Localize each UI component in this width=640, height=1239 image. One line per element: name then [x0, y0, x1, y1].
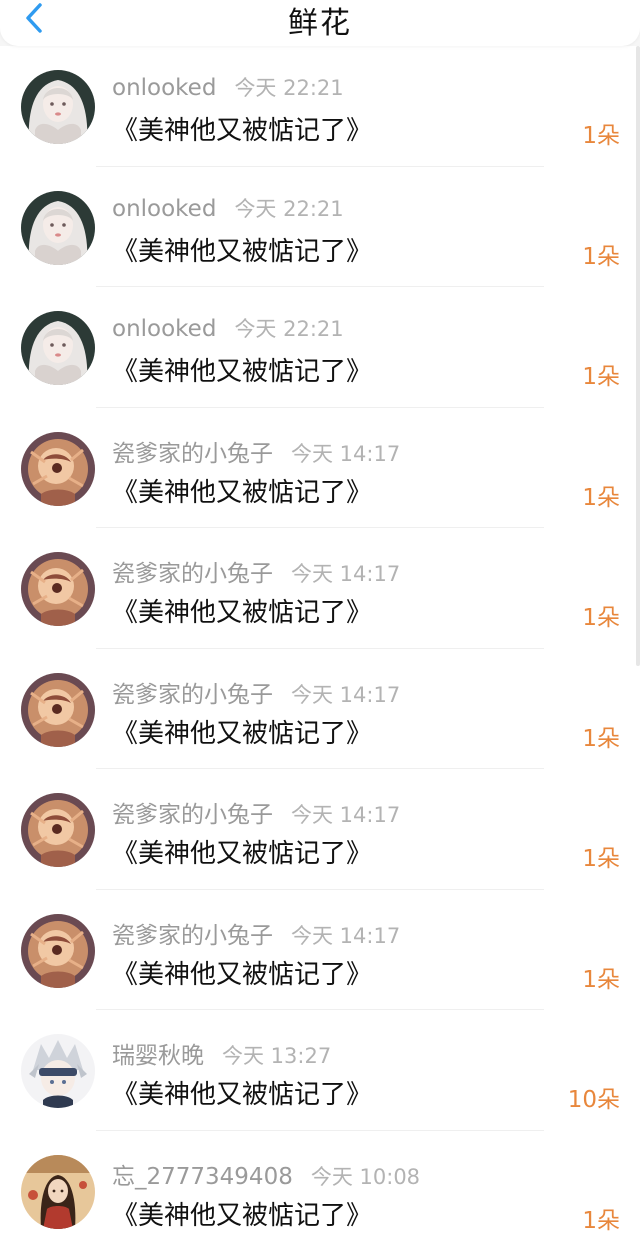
record-meta: onlooked 今天 22:21 — [112, 193, 344, 223]
avatar[interactable] — [21, 431, 95, 506]
book-title[interactable]: 《美神他又被惦记了》 — [112, 110, 372, 147]
record-meta: onlooked 今天 22:21 — [112, 72, 344, 102]
avatar[interactable] — [21, 793, 95, 867]
list-item[interactable]: 瓷爹家的小兔子 今天 14:17 《美神他又被惦记了》 1朵 — [0, 769, 640, 890]
username[interactable]: 瓷爹家的小兔子 — [112, 434, 273, 468]
scrollbar[interactable] — [636, 46, 640, 666]
list-item[interactable]: 瑞婴秋晚 今天 13:27 《美神他又被惦记了》 10朵 — [0, 1010, 640, 1131]
book-title[interactable]: 《美神他又被惦记了》 — [112, 1195, 372, 1232]
username[interactable]: onlooked — [112, 316, 216, 342]
username[interactable]: onlooked — [112, 75, 216, 101]
record-meta: 瓷爹家的小兔子 今天 14:17 — [112, 434, 400, 467]
timestamp: 今天 14:17 — [291, 803, 401, 827]
timestamp: 今天 10:08 — [310, 1164, 421, 1189]
list-item[interactable]: onlooked 今天 22:21 《美神他又被惦记了》 1朵 — [0, 46, 640, 167]
avatar[interactable] — [21, 913, 95, 988]
page-title: 鲜花 — [288, 6, 352, 41]
flower-records-page: 鲜花 onlooked 今天 22:21 《美神他又被惦记了》 1朵 onloo… — [0, 0, 640, 1239]
book-title[interactable]: 《美神他又被惦记了》 — [112, 231, 372, 268]
top-nav-bar: 鲜花 — [0, 0, 640, 46]
list-item[interactable]: onlooked 今天 22:21 《美神他又被惦记了》 1朵 — [0, 287, 640, 408]
timestamp: 今天 13:27 — [222, 1044, 332, 1068]
avatar[interactable] — [21, 70, 95, 144]
record-meta: 瓷爹家的小兔子 今天 14:17 — [112, 554, 400, 587]
timestamp: 今天 14:17 — [291, 923, 401, 948]
timestamp: 今天 14:17 — [291, 682, 401, 707]
avatar[interactable] — [21, 1154, 95, 1229]
avatar[interactable] — [21, 1034, 95, 1108]
book-title[interactable]: 《美神他又被惦记了》 — [112, 833, 372, 870]
book-title[interactable]: 《美神他又被惦记了》 — [112, 1074, 372, 1111]
list-item[interactable]: 瓷爹家的小兔子 今天 14:17 《美神他又被惦记了》 1朵 — [0, 528, 640, 649]
flower-record-list: onlooked 今天 22:21 《美神他又被惦记了》 1朵 onlooked… — [0, 46, 640, 1239]
username[interactable]: 瓷爹家的小兔子 — [112, 795, 273, 829]
timestamp: 今天 14:17 — [291, 562, 401, 586]
username[interactable]: 瓷爹家的小兔子 — [112, 675, 273, 709]
username[interactable]: 瓷爹家的小兔子 — [112, 916, 273, 950]
record-meta: onlooked 今天 22:21 — [112, 313, 344, 343]
record-meta: 瓷爹家的小兔子 今天 14:17 — [112, 795, 400, 828]
flower-count: 1朵 — [582, 123, 620, 149]
avatar[interactable] — [21, 552, 95, 626]
book-title[interactable]: 《美神他又被惦记了》 — [112, 713, 372, 750]
flower-count: 1朵 — [582, 725, 620, 752]
list-item[interactable]: onlooked 今天 22:21 《美神他又被惦记了》 1朵 — [0, 166, 640, 287]
timestamp: 今天 22:21 — [234, 317, 344, 341]
list-item[interactable]: 忘_2777349408 今天 10:08 《美神他又被惦记了》 1朵 — [0, 1130, 640, 1239]
avatar[interactable] — [21, 672, 95, 747]
flower-count: 1朵 — [582, 243, 620, 270]
username[interactable]: onlooked — [112, 196, 216, 222]
book-title[interactable]: 《美神他又被惦记了》 — [112, 954, 372, 991]
username[interactable]: 瓷爹家的小兔子 — [112, 554, 273, 588]
book-title[interactable]: 《美神他又被惦记了》 — [112, 472, 372, 509]
flower-count: 1朵 — [582, 846, 620, 872]
book-title[interactable]: 《美神他又被惦记了》 — [112, 351, 372, 388]
list-item[interactable]: 瓷爹家的小兔子 今天 14:17 《美神他又被惦记了》 1朵 — [0, 889, 640, 1010]
avatar[interactable] — [21, 190, 95, 265]
flower-count: 1朵 — [582, 484, 620, 511]
flower-count: 1朵 — [582, 1207, 620, 1234]
list-item[interactable]: 瓷爹家的小兔子 今天 14:17 《美神他又被惦记了》 1朵 — [0, 648, 640, 769]
flower-count: 1朵 — [582, 364, 620, 390]
timestamp: 今天 22:21 — [234, 76, 344, 100]
timestamp: 今天 14:17 — [291, 441, 401, 466]
avatar[interactable] — [21, 311, 95, 385]
record-meta: 忘_2777349408 今天 10:08 — [112, 1157, 420, 1190]
flower-count: 10朵 — [567, 1087, 620, 1113]
record-meta: 瓷爹家的小兔子 今天 14:17 — [112, 916, 400, 949]
record-meta: 瑞婴秋晚 今天 13:27 — [112, 1036, 331, 1069]
username[interactable]: 忘_2777349408 — [112, 1157, 293, 1191]
flower-count: 1朵 — [582, 966, 620, 993]
list-item[interactable]: 瓷爹家的小兔子 今天 14:17 《美神他又被惦记了》 1朵 — [0, 407, 640, 528]
record-meta: 瓷爹家的小兔子 今天 14:17 — [112, 675, 400, 708]
timestamp: 今天 22:21 — [234, 196, 344, 221]
flower-count: 1朵 — [582, 605, 620, 631]
book-title[interactable]: 《美神他又被惦记了》 — [112, 592, 372, 629]
username[interactable]: 瑞婴秋晚 — [112, 1036, 204, 1070]
